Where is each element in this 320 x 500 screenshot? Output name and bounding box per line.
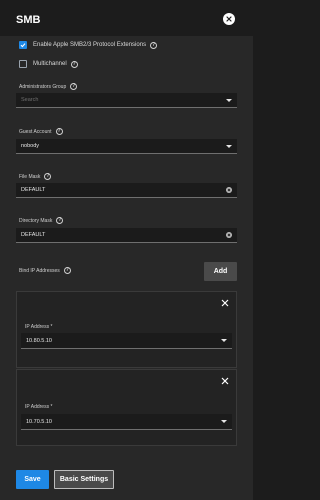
chevron-down-icon[interactable] (226, 99, 232, 102)
directory-mask-value: DEFAULT (21, 232, 46, 238)
help-icon[interactable]: ? (150, 41, 158, 49)
clear-icon[interactable] (226, 232, 232, 238)
apple-extensions-checkbox[interactable] (19, 41, 27, 49)
ip-address-card: IP Address * 10.80.5.10 (16, 291, 237, 368)
ip-address-select[interactable]: 10.80.5.10 (21, 333, 232, 349)
close-icon[interactable] (221, 377, 229, 385)
save-button[interactable]: Save (16, 470, 49, 489)
ip-address-label: IP Address * (25, 404, 53, 410)
guest-account-label: Guest Account (19, 128, 52, 135)
add-ip-button[interactable]: Add (204, 262, 237, 281)
ip-address-value: 10.70.5.10 (26, 418, 52, 425)
clear-icon[interactable] (226, 187, 232, 193)
file-mask-value: DEFAULT (21, 187, 46, 193)
basic-settings-button[interactable]: Basic Settings (54, 470, 114, 489)
help-icon[interactable]: ? (70, 83, 78, 90)
help-icon[interactable]: ? (63, 267, 71, 274)
close-icon[interactable] (223, 13, 235, 25)
multichannel-label: Multichannel (33, 61, 67, 67)
multichannel-checkbox[interactable] (19, 60, 27, 68)
admin-group-label-row: Administrators Group ? (19, 83, 78, 90)
close-icon[interactable] (221, 299, 229, 307)
guest-account-value: nobody (21, 143, 40, 149)
ip-address-select[interactable]: 10.70.5.10 (21, 414, 232, 430)
guest-account-label-row: Guest Account ? (19, 128, 63, 135)
chevron-down-icon[interactable] (221, 420, 227, 423)
checkmark-icon (20, 43, 26, 48)
help-icon[interactable]: ? (55, 128, 63, 135)
admin-group-placeholder: Search (21, 97, 39, 103)
multichannel-option[interactable]: Multichannel ? (19, 60, 78, 68)
ip-address-label: IP Address * (25, 324, 53, 330)
admin-group-input[interactable]: Search (16, 93, 237, 108)
admin-group-label: Administrators Group (19, 83, 67, 90)
bind-ip-label: Bind IP Addresses (19, 267, 60, 274)
file-mask-input[interactable]: DEFAULT (16, 183, 237, 198)
directory-mask-input[interactable]: DEFAULT (16, 228, 237, 243)
file-mask-label-row: File Mask ? (19, 173, 52, 180)
guest-account-select[interactable]: nobody (16, 139, 237, 154)
ip-address-card: IP Address * 10.70.5.10 (16, 369, 237, 446)
ip-address-value: 10.80.5.10 (26, 337, 52, 344)
help-icon[interactable]: ? (70, 60, 78, 68)
bind-ip-label-row: Bind IP Addresses ? (19, 267, 71, 274)
directory-mask-label: Directory Mask (19, 217, 53, 224)
directory-mask-label-row: Directory Mask ? (19, 217, 64, 224)
chevron-down-icon[interactable] (221, 339, 227, 342)
help-icon[interactable]: ? (44, 173, 52, 180)
dialog-header: SMB (0, 0, 253, 39)
apple-extensions-label: Enable Apple SMB2/3 Protocol Extensions (33, 42, 147, 48)
dialog-title: SMB (16, 14, 41, 26)
apple-extensions-option[interactable]: Enable Apple SMB2/3 Protocol Extensions … (19, 41, 158, 49)
help-icon[interactable]: ? (56, 217, 64, 224)
file-mask-label: File Mask (19, 173, 41, 180)
chevron-down-icon[interactable] (226, 145, 232, 148)
